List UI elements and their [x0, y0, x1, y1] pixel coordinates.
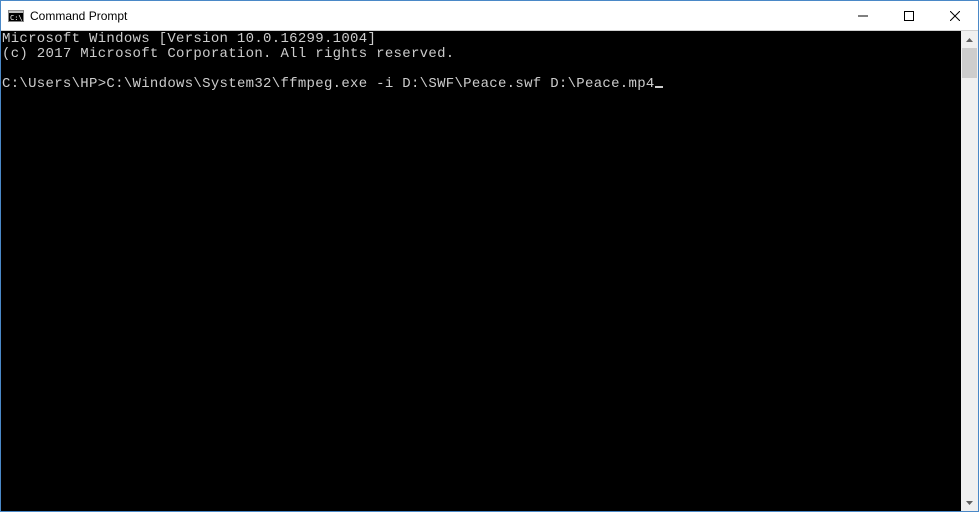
chevron-down-icon [966, 501, 973, 505]
scroll-thumb[interactable] [962, 48, 977, 78]
prompt-line: C:\Users\HP>C:\Windows\System32\ffmpeg.e… [2, 76, 663, 92]
chevron-up-icon [966, 38, 973, 42]
command-text: C:\Windows\System32\ffmpeg.exe -i D:\SWF… [106, 76, 654, 92]
minimize-icon [858, 11, 868, 21]
cmd-icon: C:\ [8, 8, 24, 24]
maximize-icon [904, 11, 914, 21]
window-controls [840, 1, 978, 30]
vertical-scrollbar[interactable] [961, 31, 978, 511]
window-title: Command Prompt [30, 9, 127, 23]
maximize-button[interactable] [886, 1, 932, 30]
client-area: Microsoft Windows [Version 10.0.16299.10… [1, 31, 978, 511]
close-icon [950, 11, 960, 21]
terminal-output[interactable]: Microsoft Windows [Version 10.0.16299.10… [1, 31, 961, 511]
scroll-down-button[interactable] [961, 494, 978, 511]
titlebar[interactable]: C:\ Command Prompt [1, 1, 978, 31]
svg-text:C:\: C:\ [10, 14, 23, 22]
copyright-line: (c) 2017 Microsoft Corporation. All righ… [2, 46, 454, 62]
prompt-text: C:\Users\HP> [2, 76, 106, 92]
version-line: Microsoft Windows [Version 10.0.16299.10… [2, 31, 376, 47]
scroll-up-button[interactable] [961, 31, 978, 48]
minimize-button[interactable] [840, 1, 886, 30]
command-prompt-window: C:\ Command Prompt [0, 0, 979, 512]
scroll-track[interactable] [961, 48, 978, 494]
cursor [655, 86, 663, 88]
close-button[interactable] [932, 1, 978, 30]
